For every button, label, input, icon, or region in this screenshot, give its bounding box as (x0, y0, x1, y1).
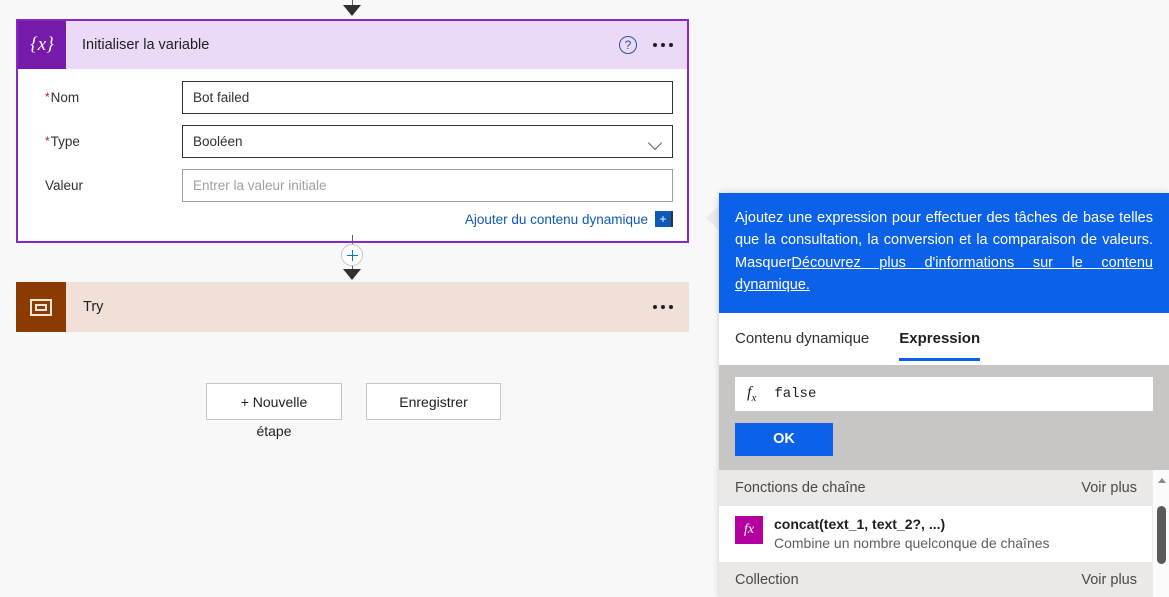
expression-input-value: false (774, 385, 817, 402)
function-section-label: Fonctions de chaîne (735, 479, 866, 496)
expression-editor-area: fx false OK (719, 364, 1169, 470)
scope-glyph-inner (35, 303, 47, 311)
flow-designer-canvas: {x} Initialiser la variable ? *Nom Bot f… (0, 0, 719, 597)
see-more-link-string[interactable]: Voir plus (1081, 480, 1137, 496)
function-item-concat[interactable]: fx concat(text_1, text_2?, ...) Combine … (719, 505, 1169, 562)
function-list: Fonctions de chaîne Voir plus fx concat(… (719, 469, 1169, 597)
add-dynamic-content-link[interactable]: Ajouter du contenu dynamique (465, 212, 648, 227)
insert-step-button[interactable] (341, 244, 363, 266)
fx-icon-glyph: fx (743, 521, 755, 537)
ellipsis-dot (661, 305, 665, 309)
add-dynamic-content-row: Ajouter du contenu dynamique + (32, 211, 673, 227)
scrollbar-thumb[interactable] (1157, 505, 1166, 564)
label-nom-text: Nom (50, 90, 80, 105)
card-header[interactable]: {x} Initialiser la variable ? (18, 21, 687, 69)
learn-more-link[interactable]: Découvrez plus d'informations sur le con… (735, 255, 1153, 293)
fx-icon-x: x (751, 391, 757, 404)
required-asterisk: * (45, 134, 50, 148)
required-asterisk: * (45, 90, 50, 104)
scope-icon (16, 282, 66, 332)
flyout-tabs: Contenu dynamique Expression (719, 312, 1169, 365)
flyout-callout-tail (706, 205, 720, 231)
fx-icon: fx (735, 515, 763, 544)
label-type-text: Type (50, 134, 80, 149)
try-card-title: Try (83, 299, 104, 315)
dynamic-content-flyout: Ajoutez une expression pour effectuer de… (719, 193, 1169, 597)
banner-text: Ajoutez une expression pour effectuer de… (735, 210, 1153, 249)
function-item-description: Combine un nombre quelconque de chaînes (774, 534, 1050, 551)
function-section-collection: Collection Voir plus (719, 561, 1169, 597)
new-step-button-label: + Nouvelle (240, 393, 308, 410)
ellipsis-dot (653, 43, 657, 47)
type-dropdown[interactable]: Booléen (182, 125, 673, 158)
add-dynamic-content-plus-icon[interactable]: + (655, 211, 673, 227)
form-row-type: *Type Booléen (32, 125, 673, 158)
function-item-name: concat(text_1, text_2?, ...) (774, 515, 946, 532)
save-button[interactable]: Enregistrer (366, 383, 501, 420)
card-title: Initialiser la variable (82, 37, 210, 53)
valeur-input[interactable]: Entrer la valeur initiale (182, 169, 673, 202)
form-row-valeur: Valeur Entrer la valeur initiale (32, 169, 673, 202)
label-nom: *Nom (32, 90, 182, 105)
nom-input-value: Bot failed (193, 90, 250, 105)
variable-braces-glyph: {x} (30, 34, 54, 55)
valeur-input-placeholder: Entrer la valeur initiale (193, 178, 327, 193)
ellipsis-dot (653, 305, 657, 309)
try-card-actions (649, 299, 677, 315)
ellipsis-dot (669, 43, 673, 47)
ellipsis-dot (661, 43, 665, 47)
label-valeur-text: Valeur (45, 178, 84, 193)
expression-info-banner: Ajoutez une expression pour effectuer de… (719, 193, 1169, 313)
chevron-down-icon (647, 135, 663, 151)
fx-icon: fx (747, 384, 756, 404)
action-card-try-scope[interactable]: Try (16, 282, 689, 332)
new-step-button[interactable]: + Nouvelle étape (206, 383, 342, 439)
ellipsis-icon[interactable] (649, 37, 677, 53)
scroll-up-arrow-icon[interactable] (1157, 477, 1166, 483)
see-more-link-collection[interactable]: Voir plus (1081, 572, 1137, 588)
action-card-initialize-variable[interactable]: {x} Initialiser la variable ? *Nom Bot f… (16, 19, 689, 243)
nom-input[interactable]: Bot failed (182, 81, 673, 114)
help-glyph: ? (624, 38, 632, 52)
form-row-nom: *Nom Bot failed (32, 81, 673, 114)
variable-braces-icon: {x} (18, 21, 66, 69)
function-list-scrollbar[interactable] (1152, 469, 1169, 597)
ellipsis-icon[interactable] (649, 299, 677, 315)
card-body: *Nom Bot failed *Type Booléen Valeur Ent… (18, 69, 687, 241)
ok-button[interactable]: OK (735, 422, 833, 456)
hide-banner-link[interactable]: Masquer (735, 255, 791, 271)
type-dropdown-value: Booléen (193, 134, 243, 149)
save-button-label: Enregistrer (399, 393, 468, 410)
function-section-label: Collection (735, 571, 799, 588)
scope-glyph (30, 298, 52, 316)
tab-expression[interactable]: Expression (899, 313, 980, 365)
tab-contenu-dynamique[interactable]: Contenu dynamique (735, 313, 869, 365)
label-type: *Type (32, 134, 182, 149)
function-item-texts: concat(text_1, text_2?, ...) Combine un … (774, 515, 1050, 553)
help-circle-icon[interactable]: ? (619, 36, 637, 54)
expression-input[interactable]: fx false (735, 376, 1153, 411)
plus-icon-horizontal (347, 254, 358, 256)
ellipsis-dot (669, 305, 673, 309)
function-section-string: Fonctions de chaîne Voir plus (719, 469, 1169, 506)
label-valeur: Valeur (32, 178, 182, 193)
card-header-actions: ? (619, 21, 677, 69)
new-step-button-overflow-label: étape (256, 423, 292, 439)
designer-action-buttons: + Nouvelle étape Enregistrer (206, 383, 501, 439)
